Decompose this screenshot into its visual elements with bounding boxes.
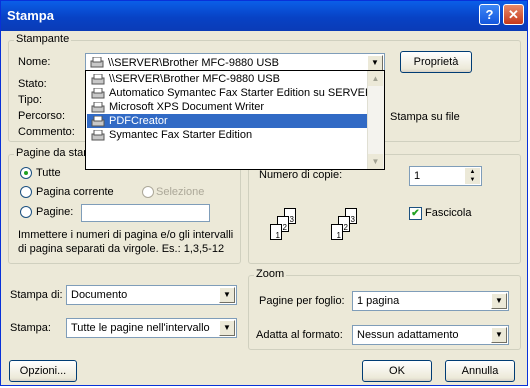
ok-button[interactable]: OK	[362, 360, 432, 382]
ok-button-label: OK	[389, 365, 405, 377]
print-range-select[interactable]: Tutte le pagine nell'intervallo ▼	[66, 318, 237, 338]
collate-page: 1	[270, 224, 282, 240]
dropdown-option[interactable]: \\SERVER\Brother MFC-9880 USB	[87, 72, 370, 86]
pages-per-sheet-label: Pagine per foglio:	[259, 295, 345, 307]
selection-label: Selezione	[156, 186, 205, 198]
chevron-down-icon[interactable]: ▼	[491, 293, 507, 309]
print-what-label: Stampa di:	[10, 289, 63, 301]
dropdown-option[interactable]: Automatico Symantec Fax Starter Edition …	[87, 86, 373, 100]
dropdown-option-label: Symantec Fax Starter Edition	[109, 129, 253, 141]
close-button[interactable]: ✕	[503, 4, 524, 25]
help-button[interactable]: ?	[479, 4, 500, 25]
collate-checkbox[interactable]: ✔	[409, 207, 422, 220]
window-title: Stampa	[7, 8, 54, 23]
options-button-label: Opzioni...	[19, 365, 67, 377]
scale-select[interactable]: Nessun adattamento ▼	[352, 325, 509, 345]
scale-label: Adatta al formato:	[256, 329, 343, 341]
status-label: Stato:	[18, 78, 47, 90]
chevron-down-icon[interactable]: ▼	[219, 320, 235, 336]
dropdown-option-highlighted[interactable]: PDFCreator	[87, 114, 370, 128]
pages-help-line1: Immettere i numeri di pagina e/o gli int…	[18, 229, 234, 241]
radio-all-pages[interactable]	[20, 167, 32, 179]
dropdown-option-label: PDFCreator	[109, 115, 168, 127]
all-pages-label: Tutte	[36, 167, 61, 179]
printer-icon	[91, 130, 105, 141]
chevron-down-icon[interactable]: ▼	[367, 55, 383, 71]
pages-per-sheet-select[interactable]: 1 pagina ▼	[352, 291, 509, 311]
dropdown-scrollbar[interactable]: ▲ ▼	[367, 71, 384, 169]
copies-count-value: 1	[414, 170, 421, 182]
pages-per-sheet-value: 1 pagina	[357, 295, 400, 307]
page-range-legend: Pagine da stam	[14, 147, 95, 159]
copies-spinner[interactable]: ▲ ▼	[465, 168, 480, 184]
radio-current-page[interactable]	[20, 186, 32, 198]
scale-value: Nessun adattamento	[357, 329, 459, 341]
dropdown-option-label: \\SERVER\Brother MFC-9880 USB	[109, 73, 280, 85]
chevron-down-icon[interactable]: ▼	[491, 327, 507, 343]
print-range-label: Stampa:	[10, 322, 51, 334]
printer-icon	[91, 74, 105, 85]
print-range-value: Tutte le pagine nell'intervallo	[71, 322, 210, 334]
cancel-button-label: Annulla	[461, 365, 499, 377]
spin-down-icon[interactable]: ▼	[465, 176, 480, 184]
zoom-legend: Zoom	[254, 268, 287, 280]
comment-label: Commento:	[18, 126, 75, 138]
radio-selection	[142, 186, 154, 198]
path-label: Percorso:	[18, 110, 66, 122]
current-page-label: Pagina corrente	[36, 186, 114, 198]
dropdown-option-label: Automatico Symantec Fax Starter Edition …	[109, 87, 373, 99]
print-what-select[interactable]: Documento ▼	[66, 285, 237, 305]
dropdown-option-label: Microsoft XPS Document Writer	[109, 101, 265, 113]
properties-button[interactable]: Proprietà	[400, 51, 472, 73]
printer-dropdown-list[interactable]: \\SERVER\Brother MFC-9880 USB Automatico…	[85, 70, 385, 170]
cancel-button[interactable]: Annulla	[445, 360, 515, 382]
spin-up-icon[interactable]: ▲	[465, 168, 480, 176]
pages-input[interactable]	[81, 204, 210, 222]
printer-icon	[90, 57, 104, 68]
radio-pages[interactable]	[20, 206, 32, 218]
print-to-file-label[interactable]: Stampa su file	[390, 111, 460, 123]
chevron-down-icon[interactable]: ▼	[219, 287, 235, 303]
collate-page: 1	[331, 224, 343, 240]
print-what-value: Documento	[71, 289, 128, 301]
printer-name-value: \\SERVER\Brother MFC-9880 USB	[108, 57, 279, 69]
printer-icon	[91, 116, 105, 127]
printer-icon	[91, 88, 105, 99]
scroll-up-icon[interactable]: ▲	[368, 71, 383, 86]
printer-icon	[91, 102, 105, 113]
collate-label: Fascicola	[425, 207, 472, 219]
type-label: Tipo:	[18, 94, 43, 106]
title-bar: Stampa ? ✕	[1, 1, 527, 31]
dropdown-option[interactable]: Microsoft XPS Document Writer	[87, 100, 370, 114]
options-button[interactable]: Opzioni...	[9, 360, 77, 382]
printer-legend: Stampante	[14, 33, 72, 45]
copies-count-input[interactable]: 1 ▲ ▼	[409, 166, 482, 186]
properties-button-label: Proprietà	[413, 56, 459, 68]
scroll-down-icon[interactable]: ▼	[368, 154, 383, 169]
print-dialog: Stampa ? ✕ Stampante Nome: \\SERVER\Brot…	[0, 0, 528, 386]
copies-count-label: Numero di copie:	[259, 169, 343, 181]
pages-help-line2: di pagina separati da virgole. Es.: 1,3,…	[18, 243, 225, 255]
pages-label: Pagine:	[36, 206, 74, 218]
dropdown-option[interactable]: Symantec Fax Starter Edition	[87, 128, 370, 142]
printer-name-label: Nome:	[18, 56, 51, 68]
